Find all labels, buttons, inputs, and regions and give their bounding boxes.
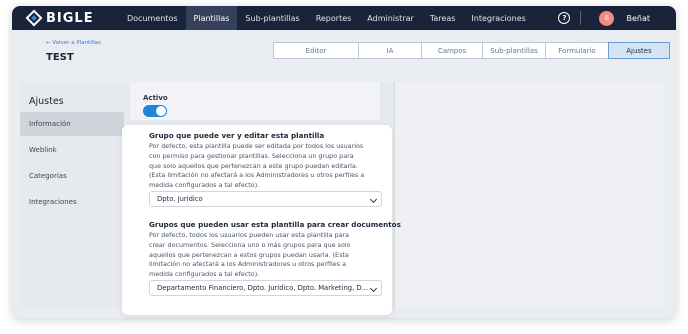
tab-formulario[interactable]: Formulario: [545, 42, 609, 59]
toggle-knob: [156, 106, 166, 116]
active-label: Activo: [143, 94, 168, 102]
sidebar-item-integraciones[interactable]: Integraciones: [20, 190, 124, 214]
logo-text: BIGLE: [46, 10, 94, 26]
top-navbar: BIGLE Documentos Plantillas Sub-plantill…: [12, 6, 676, 30]
edit-group-desc-line: con permiso para gestionar plantillas. S…: [149, 151, 354, 160]
main-menu: Documentos Plantillas Sub-plantillas Rep…: [119, 6, 534, 30]
template-header: ← Volver a Plantillas TEST Editor IA Cam…: [12, 30, 676, 78]
tab-sub-plantillas[interactable]: Sub-plantillas: [482, 42, 546, 59]
preview-pane: [394, 82, 664, 308]
use-groups-desc-line: Por defecto, todos los usuarios pueden u…: [149, 231, 350, 239]
edit-group-select-value: Dpto. Juridico: [157, 195, 203, 203]
chevron-down-icon: [369, 195, 378, 204]
chevron-down-icon: [369, 284, 378, 293]
edit-group-desc-line: (Esta limitación no afectará a los Admin…: [149, 171, 365, 180]
sidebar-title: Ajustes: [29, 96, 64, 107]
use-groups-description: Por defecto, todos los usuarios pueden u…: [149, 231, 387, 280]
use-groups-desc-line: crear documentos. Selecciona uno o más g…: [149, 240, 351, 249]
active-toggle[interactable]: [143, 105, 167, 117]
use-groups-desc-line: aquellos que pertenezcan a estos grupos …: [149, 250, 349, 259]
help-icon[interactable]: ?: [558, 12, 571, 24]
nav-item-sub-plantillas[interactable]: Sub-plantillas: [237, 6, 307, 30]
sidebar-item-informacion[interactable]: Información: [20, 112, 124, 136]
avatar[interactable]: B: [599, 10, 615, 26]
nav-item-integraciones[interactable]: Integraciones: [463, 6, 533, 30]
nav-item-tareas[interactable]: Tareas: [422, 6, 464, 30]
nav-item-reportes[interactable]: Reportes: [308, 6, 360, 30]
use-groups-select[interactable]: Departamento Financiero, Dpto. Juridico,…: [149, 280, 382, 296]
edit-group-desc-line: que solo aquellos que pertenezcan a este…: [149, 161, 358, 170]
groups-settings-card: Grupo que puede ver y editar esta planti…: [122, 125, 401, 315]
edit-group-select[interactable]: Dpto. Juridico: [149, 191, 382, 207]
edit-group-description: Por defecto, esta plantilla puede ser ed…: [149, 142, 387, 191]
back-to-templates-link[interactable]: ← Volver a Plantillas: [46, 40, 101, 46]
sidebar-item-categorias[interactable]: Categorías: [20, 164, 124, 188]
template-tabs: Editor IA Campos Sub-plantillas Formular…: [273, 42, 670, 59]
use-groups-title: Grupos que pueden usar esta plantilla pa…: [149, 220, 401, 229]
sidebar-item-weblink[interactable]: Weblink: [20, 138, 124, 162]
tab-editor[interactable]: Editor: [273, 42, 359, 59]
use-groups-desc-line: medida configurados a tal efecto).: [149, 270, 260, 279]
tab-ajustes[interactable]: Ajustes: [608, 42, 670, 59]
tab-campos[interactable]: Campos: [421, 42, 483, 59]
logo[interactable]: BIGLE: [25, 9, 112, 27]
edit-group-title: Grupo que puede ver y editar esta planti…: [149, 131, 325, 140]
use-groups-desc-line: limitación no afectará a los Administrad…: [149, 260, 346, 269]
page-title: TEST: [46, 52, 74, 63]
edit-group-desc-line: medida configurados a tal efecto).: [149, 181, 260, 190]
diamond-logo-icon: [25, 9, 43, 27]
user-name[interactable]: Beñat: [626, 14, 650, 23]
use-groups-select-value: Departamento Financiero, Dpto. Juridico,…: [157, 284, 369, 292]
nav-item-plantillas[interactable]: Plantillas: [185, 6, 238, 30]
nav-item-documentos[interactable]: Documentos: [119, 6, 186, 30]
settings-sidebar: Ajustes Información Weblink Categorías I…: [20, 82, 124, 308]
nav-divider: [580, 11, 582, 25]
tab-ia[interactable]: IA: [358, 42, 422, 59]
user-area: ? B Beñat: [558, 6, 676, 30]
edit-group-desc-line: Por defecto, esta plantilla puede ser ed…: [149, 142, 364, 150]
nav-item-administrar[interactable]: Administrar: [359, 6, 422, 30]
